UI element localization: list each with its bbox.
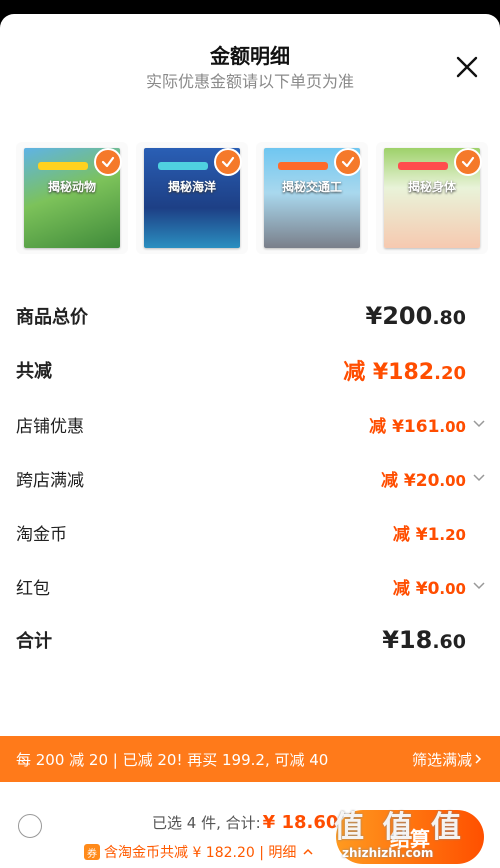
- book-title: 揭秘交通工: [281, 180, 342, 194]
- sheet-subtitle: 实际优惠金额请以下单页为准: [145, 72, 354, 91]
- cover-banner: [38, 162, 88, 170]
- promo-banner: 每 200 减 20 | 已减 20! 再买 199.2, 可减 40 筛选满减: [0, 736, 500, 782]
- chevron-right-icon: [475, 754, 482, 764]
- row-value: 减 ¥20.00: [381, 466, 486, 491]
- product-item[interactable]: 揭秘身体: [376, 142, 488, 254]
- product-item[interactable]: 揭秘海洋: [136, 142, 248, 254]
- book-title: 揭秘海洋: [167, 180, 216, 194]
- selected-summary: 已选 4 件, 合计: ¥ 18.60: [152, 812, 338, 833]
- cross-store-row[interactable]: 跨店满减 减 ¥20.00: [16, 458, 486, 498]
- chevron-down-icon[interactable]: [472, 579, 486, 593]
- row-label: 合计: [16, 631, 52, 652]
- shop-discount-row[interactable]: 店铺优惠 减 ¥161.00: [16, 404, 486, 444]
- total-reduce-row: 共减 减 ¥182.20: [16, 350, 486, 390]
- cover-banner: [398, 162, 448, 170]
- filter-label: 筛选满减: [411, 750, 472, 769]
- product-item[interactable]: 揭秘交通工: [256, 142, 368, 254]
- cross-store-amount: 减 ¥20.00: [380, 470, 466, 491]
- row-label: 跨店满减: [16, 470, 84, 491]
- goods-total-row: 商品总价 ¥200.80: [16, 296, 486, 336]
- sheet-title: 金额明细: [210, 44, 290, 68]
- sum-amount: ¥18.60: [382, 626, 466, 654]
- coin-text: 含淘金币共减 ¥ 182.20 | 明细: [104, 845, 297, 861]
- checkout-button[interactable]: 结算: [336, 810, 484, 864]
- shop-discount-amount: 减 ¥161.00: [369, 416, 466, 437]
- product-thumbnails: 揭秘动物 揭秘海洋 揭秘交通工 揭秘身体: [16, 142, 500, 262]
- checked-icon[interactable]: [334, 148, 362, 176]
- sum-row: 合计 ¥18.60: [16, 620, 486, 660]
- checked-icon[interactable]: [94, 148, 122, 176]
- red-packet-amount: 减 ¥0.00: [392, 578, 466, 599]
- book-title: 揭秘动物: [47, 180, 96, 194]
- row-value: 减 ¥1.20: [393, 520, 486, 545]
- product-item[interactable]: 揭秘动物: [16, 142, 128, 254]
- coupon-icon: 券: [84, 844, 100, 860]
- row-value: 减 ¥0.00: [393, 574, 486, 599]
- red-packet-row[interactable]: 红包 减 ¥0.00: [16, 566, 486, 606]
- row-value: 减 ¥182.20: [343, 354, 486, 386]
- row-label: 共减: [16, 361, 52, 382]
- chevron-down-icon[interactable]: [472, 471, 486, 485]
- amount-detail-sheet: 金额明细 实际优惠金额请以下单页为准 揭秘动物 揭秘海洋 揭秘交通工 揭秘身体 …: [0, 14, 500, 868]
- book-title: 揭秘身体: [407, 180, 456, 194]
- row-label: 红包: [16, 578, 50, 599]
- selected-text: 已选 4 件, 合计:: [152, 814, 261, 832]
- select-all-radio[interactable]: [18, 814, 42, 838]
- chevron-up-icon[interactable]: [302, 846, 314, 858]
- filter-promo-link[interactable]: 筛选满减: [412, 749, 484, 770]
- sheet-header: 金额明细 实际优惠金额请以下单页为准: [0, 14, 500, 124]
- row-value: ¥200.80: [366, 302, 486, 330]
- close-icon[interactable]: [454, 54, 480, 80]
- row-label: 淘金币: [16, 524, 67, 545]
- goods-total-amount: ¥200.80: [365, 302, 466, 330]
- selected-total: ¥ 18.60: [262, 812, 339, 833]
- checked-icon[interactable]: [454, 148, 482, 176]
- row-label: 商品总价: [16, 307, 88, 328]
- promo-text: 每 200 减 20 | 已减 20! 再买 199.2, 可减 40: [16, 750, 329, 769]
- checkout-bar: 已选 4 件, 合计: ¥ 18.60 券 含淘金币共减 ¥ 182.20 | …: [0, 782, 500, 868]
- tao-coin-amount: 减 ¥1.20: [392, 524, 466, 545]
- checked-icon[interactable]: [214, 148, 242, 176]
- coin-summary[interactable]: 券 含淘金币共减 ¥ 182.20 | 明细: [84, 842, 314, 862]
- row-value: 减 ¥161.00: [369, 412, 486, 437]
- tao-coin-row: 淘金币 减 ¥1.20: [16, 512, 486, 552]
- cover-banner: [278, 162, 328, 170]
- row-label: 店铺优惠: [16, 416, 84, 437]
- total-reduce-amount: 减 ¥182.20: [343, 360, 466, 385]
- cover-banner: [158, 162, 208, 170]
- row-value: ¥18.60: [382, 626, 486, 654]
- chevron-down-icon[interactable]: [472, 417, 486, 431]
